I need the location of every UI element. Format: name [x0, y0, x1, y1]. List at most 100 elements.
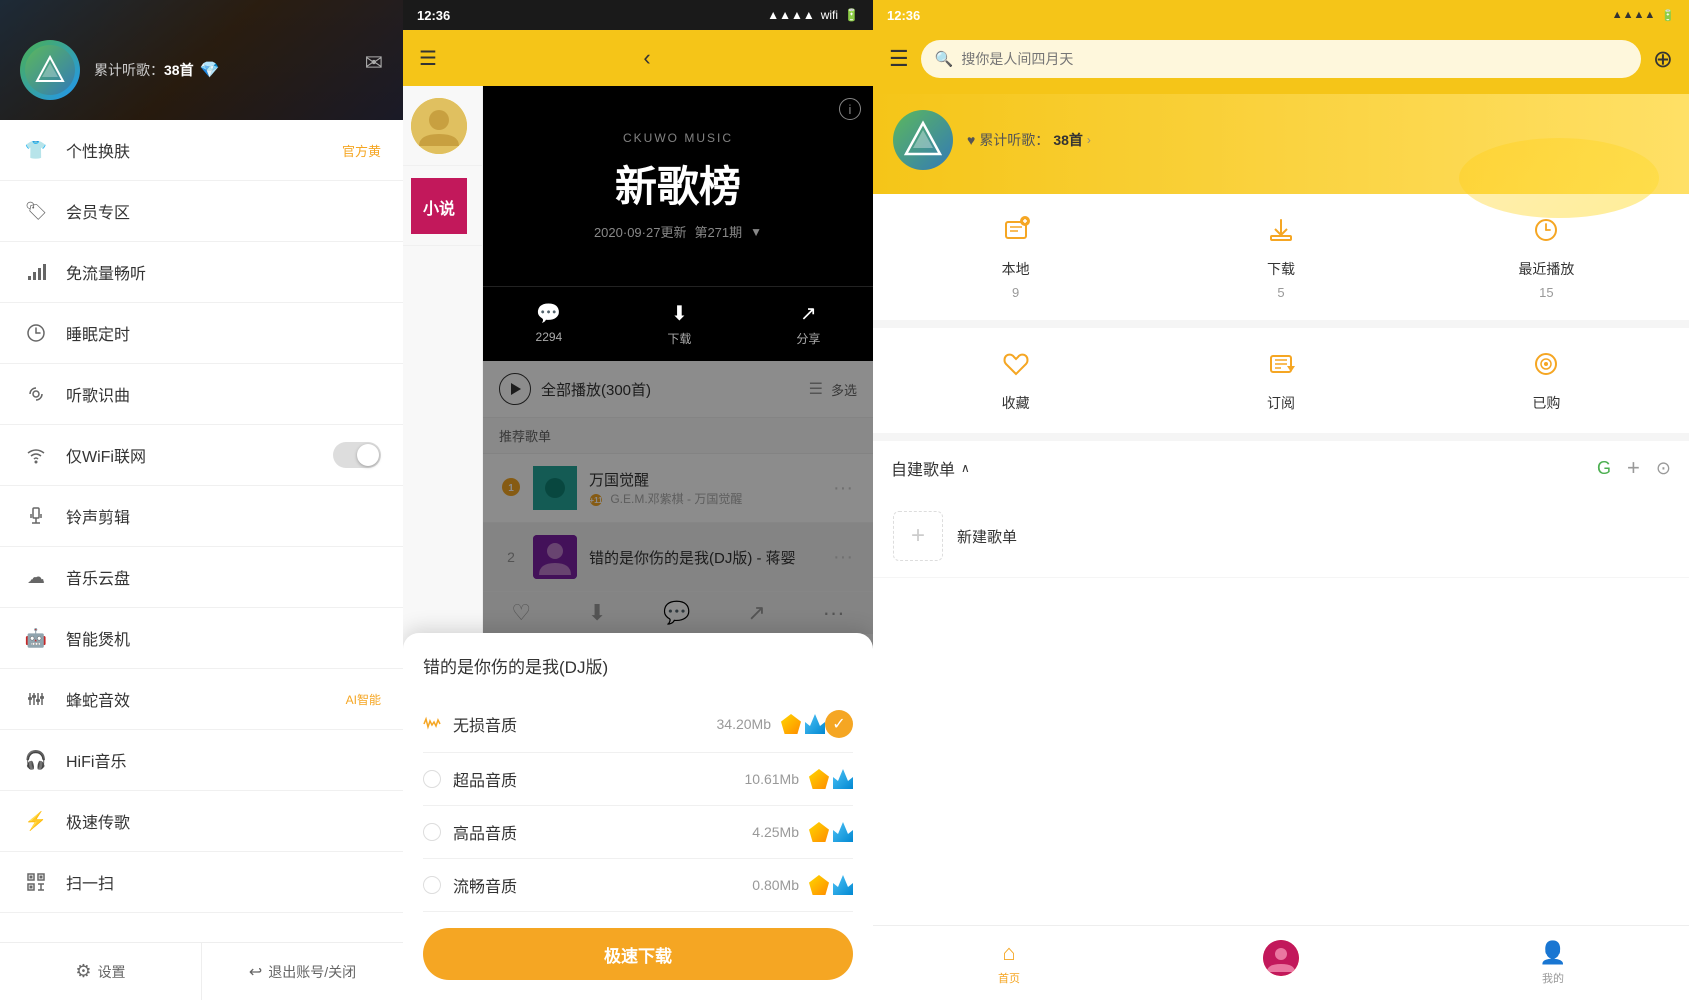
- fast-download-button[interactable]: 极速下载: [423, 928, 853, 980]
- search-input[interactable]: [961, 51, 1626, 67]
- logout-icon: ↩: [249, 962, 262, 982]
- new-playlist-icon: +: [893, 511, 943, 561]
- stats-grid-2: 收藏 订阅 已购: [873, 328, 1689, 441]
- chart-dropdown-icon[interactable]: ▼: [750, 225, 762, 239]
- menu-item-scan[interactable]: 扫一扫: [0, 852, 403, 913]
- panel1-sidebar: 累计听歌：38首 💎 ✉ 👕 个性换肤 官方黄 🏷 会员专区 免流量畅听: [0, 0, 403, 1000]
- stat-collect[interactable]: 收藏: [883, 348, 1148, 413]
- status-bar-p2: 12:36 ▲▲▲▲ wifi 🔋: [403, 0, 873, 30]
- recent-count: 15: [1539, 285, 1553, 300]
- stat-download[interactable]: 下载 5: [1148, 214, 1413, 300]
- settings-button[interactable]: ⚙ 设置: [0, 943, 202, 1000]
- stat-purchased[interactable]: 已购: [1414, 348, 1679, 413]
- mail-icon[interactable]: ✉: [365, 50, 383, 76]
- diamond-icon: 💎: [200, 60, 220, 80]
- avatar-p3[interactable]: [893, 110, 953, 170]
- kuwo-brand: CKUWO MUSIC: [623, 131, 733, 145]
- profile-label: 我的: [1542, 970, 1564, 986]
- download-icon-chart: ⬇: [671, 301, 688, 326]
- high-radio: [423, 823, 441, 841]
- settings-playlist-icon[interactable]: ⊙: [1656, 458, 1671, 479]
- quality-name-high: 高品音质: [453, 820, 752, 844]
- avatar-inner: [25, 45, 75, 95]
- logout-button[interactable]: ↩ 退出账号/关闭: [202, 943, 403, 1000]
- time-p3: 12:36: [887, 8, 920, 23]
- stat-local[interactable]: 本地 9: [883, 214, 1148, 300]
- share-action[interactable]: ↗ 分享: [796, 301, 820, 347]
- flow-icon: [22, 258, 50, 286]
- menu-item-flow[interactable]: 免流量畅听: [0, 242, 403, 303]
- menu-icon-p2[interactable]: ☰: [419, 46, 437, 71]
- heart-icon-p3: ♥: [967, 132, 975, 148]
- local-count: 9: [1012, 285, 1019, 300]
- info-icon[interactable]: i: [839, 98, 861, 120]
- battery-icon-p3: 🔋: [1661, 9, 1675, 22]
- add-playlist-icon[interactable]: +: [1627, 455, 1640, 481]
- settings-icon: ⚙: [75, 961, 91, 982]
- topbar-p2: ☰ ‹: [403, 30, 873, 86]
- collect-icon: [1000, 348, 1032, 387]
- quality-item-lossless[interactable]: 无损音质 34.20Mb ✓: [423, 696, 853, 753]
- menu-label-flow: 免流量畅听: [66, 260, 381, 284]
- quality-item-super[interactable]: 超品音质 10.61Mb: [423, 753, 853, 806]
- hifi-icon: 🎧: [22, 746, 50, 774]
- nav-home[interactable]: ⌂ 首页: [873, 934, 1145, 992]
- wifi-status-icon: wifi: [821, 8, 838, 22]
- transfer-icon: ⚡: [22, 807, 50, 835]
- menu-icon-p3[interactable]: ☰: [889, 46, 909, 72]
- google-icon[interactable]: G: [1597, 458, 1611, 479]
- add-icon-p3[interactable]: ⊕: [1653, 45, 1673, 74]
- subscribe-label: 订阅: [1267, 393, 1295, 413]
- quality-badges-lossless: [781, 714, 825, 734]
- menu-item-vip[interactable]: 🏷 会员专区: [0, 181, 403, 242]
- quality-checked-lossless: ✓: [825, 710, 853, 738]
- member-icon: 🏷: [22, 197, 50, 225]
- quality-item-smooth[interactable]: 流畅音质 0.80Mb: [423, 859, 853, 912]
- menu-item-identify[interactable]: 听歌识曲: [0, 364, 403, 425]
- menu-item-wifi[interactable]: 仅WiFi联网: [0, 425, 403, 486]
- avatar[interactable]: [20, 40, 80, 100]
- search-bar[interactable]: 🔍: [921, 40, 1641, 78]
- quality-name-smooth: 流畅音质: [453, 873, 752, 897]
- menu-item-hifi[interactable]: 🎧 HiFi音乐: [0, 730, 403, 791]
- nav-profile[interactable]: 👤 我的: [1417, 934, 1689, 992]
- menu-item-ringtone[interactable]: 铃声剪辑: [0, 486, 403, 547]
- recent-label: 最近播放: [1518, 259, 1574, 279]
- playlist-section-header: 自建歌单 ∧ G + ⊙: [873, 441, 1689, 495]
- stat-subscribe[interactable]: 订阅: [1148, 348, 1413, 413]
- menu-label-vip: 会员专区: [66, 199, 381, 223]
- menu-item-transfer[interactable]: ⚡ 极速传歌: [0, 791, 403, 852]
- nav-singer[interactable]: 歌手: [403, 86, 482, 166]
- settings-label: 设置: [98, 962, 126, 982]
- wifi-toggle[interactable]: [333, 442, 381, 468]
- novel-thumb: 小说: [411, 178, 467, 234]
- comment-action[interactable]: 💬 2294: [536, 301, 563, 347]
- download-icon-stat: [1265, 214, 1297, 253]
- bg-decoration-p3: [1459, 138, 1659, 218]
- menu-item-robot[interactable]: 🤖 智能煲机: [0, 608, 403, 669]
- purchased-icon: [1530, 348, 1562, 387]
- nav-novel[interactable]: 小说 小说: [403, 166, 482, 246]
- crown-badge-super: [833, 769, 853, 789]
- status-bar-p3: 12:36 ▲▲▲▲ 🔋: [873, 0, 1689, 30]
- download-count: 5: [1277, 285, 1284, 300]
- sidebar-footer: ⚙ 设置 ↩ 退出账号/关闭: [0, 942, 403, 1000]
- new-playlist-label: 新建歌单: [957, 526, 1017, 547]
- menu-label-scan: 扫一扫: [66, 870, 381, 894]
- local-icon: [1000, 214, 1032, 253]
- nav-my[interactable]: [1145, 934, 1417, 992]
- menu-item-skin[interactable]: 👕 个性换肤 官方黄: [0, 120, 403, 181]
- menu-item-sleep[interactable]: 睡眠定时: [0, 303, 403, 364]
- menu-label-sleep: 睡眠定时: [66, 321, 381, 345]
- menu-item-cloud[interactable]: ☁ 音乐云盘: [0, 547, 403, 608]
- quality-item-high[interactable]: 高品音质 4.25Mb: [423, 806, 853, 859]
- menu-item-equalizer[interactable]: 蜂蛇音效 AI智能: [0, 669, 403, 730]
- download-action[interactable]: ⬇ 下载: [667, 301, 691, 347]
- chart-issue: 第271期: [694, 222, 742, 241]
- stat-recent[interactable]: 最近播放 15: [1414, 214, 1679, 300]
- signal-icon-p2: ▲▲▲▲: [767, 8, 815, 22]
- new-playlist-item[interactable]: + 新建歌单: [873, 495, 1689, 578]
- back-icon-p2[interactable]: ‹: [643, 45, 650, 71]
- local-label: 本地: [1002, 259, 1030, 279]
- now-playing-thumb[interactable]: [1263, 940, 1299, 976]
